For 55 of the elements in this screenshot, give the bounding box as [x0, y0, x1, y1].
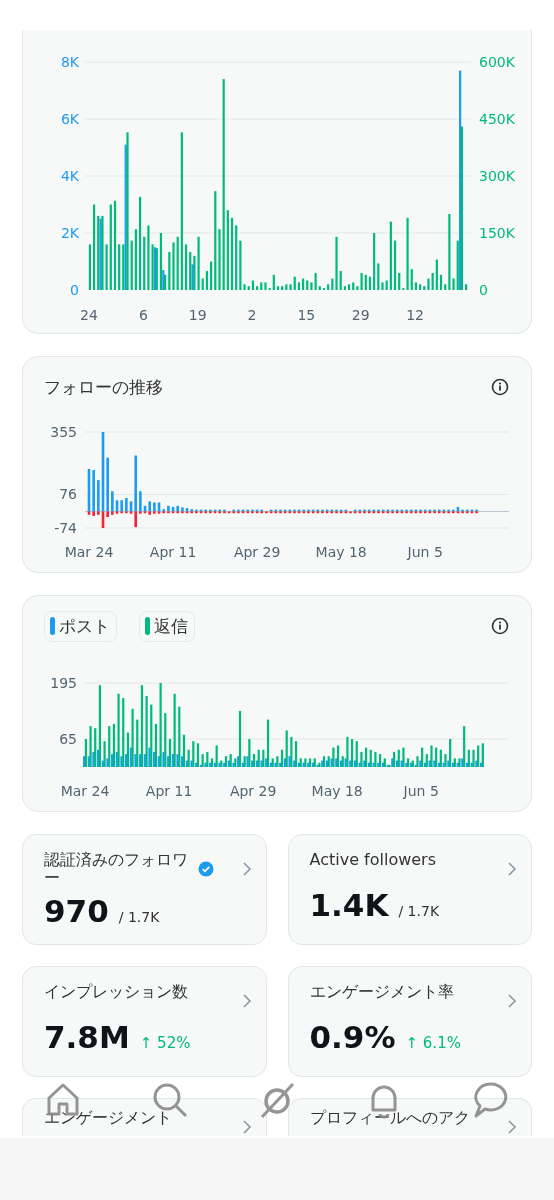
- axis-label: 355: [50, 424, 77, 440]
- legend-chip[interactable]: 返信: [139, 610, 195, 642]
- axis-label: 19: [188, 307, 207, 323]
- axis-label: Apr 11: [149, 544, 197, 560]
- axis-label: 2: [247, 307, 257, 323]
- axis-label: Apr 29: [229, 783, 277, 799]
- axis-label: Apr 11: [145, 783, 193, 799]
- stat-total: / 1.7K: [118, 909, 160, 925]
- legend-chip[interactable]: ポスト: [44, 610, 117, 642]
- axis-label: Apr 29: [233, 544, 281, 560]
- stat-title: インプレッション数: [44, 981, 189, 1001]
- axis-label: May 18: [315, 544, 367, 560]
- axis-label: 195: [50, 675, 77, 691]
- stat-card[interactable]: プロフィールへのアク: [287, 1098, 532, 1136]
- card-title: フォローの推移: [44, 375, 163, 399]
- stat-title: 認証済みのフォロワー: [44, 849, 189, 887]
- stat-card[interactable]: エンゲージメント: [22, 1098, 267, 1136]
- stat-card[interactable]: Active followers 1.4K / 1.7K: [287, 834, 532, 945]
- stat-value: 970: [44, 893, 109, 929]
- stat-title: エンゲージメント率: [309, 981, 455, 1001]
- stat-card[interactable]: 認証済みのフォロワー 970 / 1.7K: [22, 834, 267, 945]
- stat-title: プロフィールへのアク: [309, 1107, 471, 1127]
- stat-total: / 1.7K: [398, 903, 440, 919]
- stat-value: 0.9%: [309, 1019, 396, 1055]
- axis-label: 24: [80, 307, 98, 323]
- axis-label: 0: [70, 282, 79, 298]
- axis-label: 150K: [479, 225, 515, 241]
- stat-card[interactable]: インプレッション数 7.8M ↑ 52%: [22, 966, 267, 1077]
- axis-label: 29: [351, 307, 370, 323]
- stat-change: ↑ 6.1%: [405, 1034, 461, 1052]
- stat-value: 1.4K: [309, 887, 389, 923]
- stat-card[interactable]: エンゲージメント率 0.9% ↑ 6.1%: [287, 966, 532, 1077]
- axis-label: 4K: [60, 168, 79, 184]
- axis-label: Mar 24: [60, 783, 110, 799]
- axis-label: 8K: [60, 54, 79, 70]
- axis-label: 600K: [479, 54, 515, 70]
- axis-label: 6K: [60, 111, 79, 127]
- axis-label: 2K: [60, 225, 79, 241]
- axis-label: 12: [406, 307, 424, 323]
- axis-label: 0: [479, 282, 488, 298]
- axis-label: 300K: [479, 168, 515, 184]
- stat-change: ↑ 52%: [139, 1034, 191, 1052]
- axis-label: 65: [59, 731, 77, 747]
- axis-label: 6: [138, 307, 148, 323]
- axis-label: Jun 5: [403, 783, 439, 799]
- axis-label: Mar 24: [64, 544, 114, 560]
- axis-label: -74: [54, 520, 77, 536]
- stat-title: Active followers: [309, 849, 438, 869]
- stat-value: 7.8M: [44, 1019, 130, 1055]
- axis-label: 76: [59, 486, 77, 503]
- axis-label: Jun 5: [407, 544, 443, 560]
- stat-title: エンゲージメント: [44, 1107, 173, 1127]
- axis-label: 15: [297, 307, 316, 323]
- axis-label: May 18: [311, 783, 363, 799]
- axis-label: 450K: [479, 111, 515, 127]
